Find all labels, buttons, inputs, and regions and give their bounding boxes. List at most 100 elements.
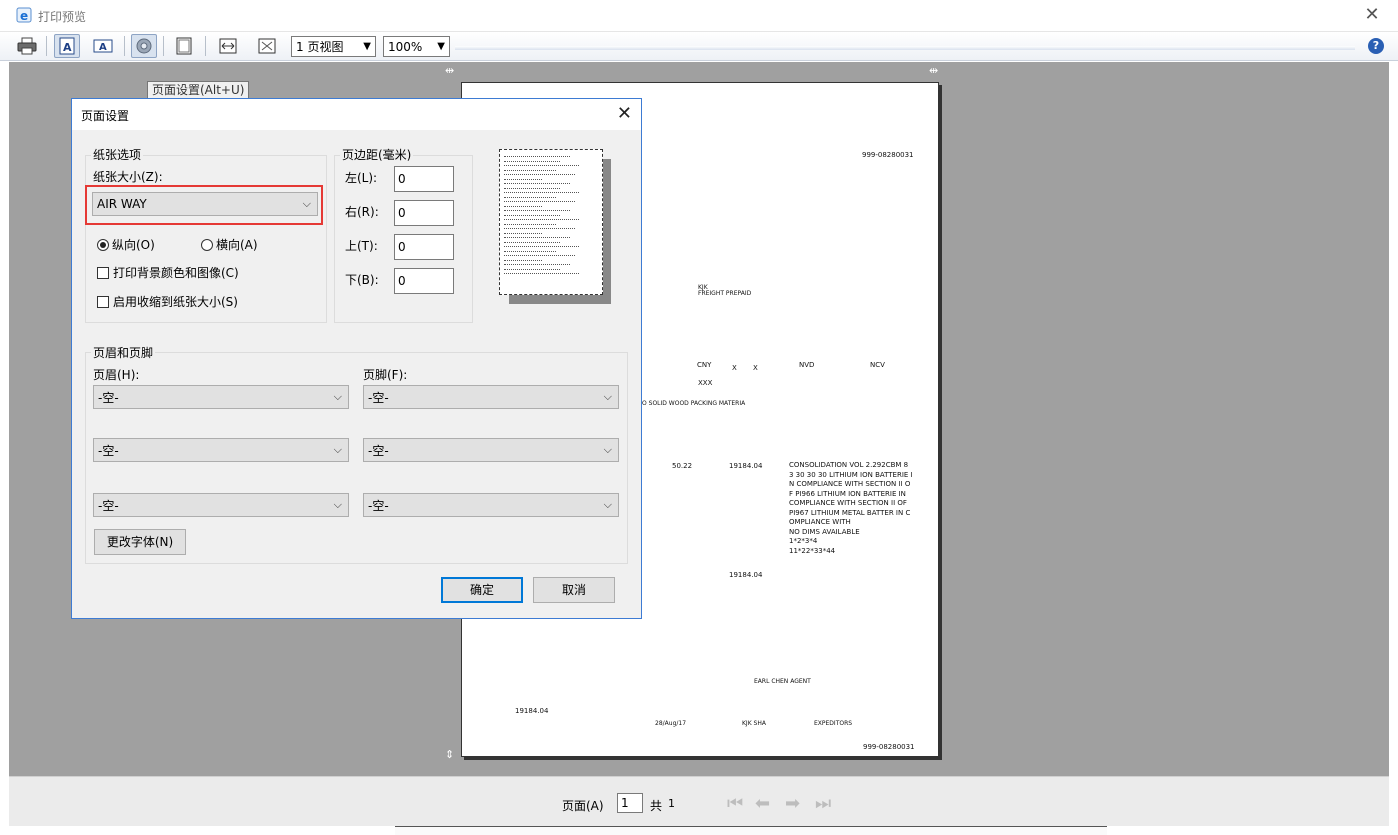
execution-place: KJK SHA: [742, 720, 766, 727]
page-thumbnail: [499, 149, 611, 304]
next-page-icon[interactable]: ➡: [785, 793, 800, 814]
footer-value-2: -空-: [368, 443, 389, 458]
page-setup-button[interactable]: [131, 34, 157, 58]
change-font-button[interactable]: 更改字体(N): [94, 529, 186, 555]
close-window-button[interactable]: ✕: [1362, 5, 1382, 25]
radio-selected-icon: [97, 239, 109, 251]
footer-label: 页脚(F):: [363, 368, 408, 382]
footer-select-1[interactable]: -空- ⌵: [363, 385, 619, 409]
window-title: 打印预览: [38, 10, 87, 24]
landscape-option[interactable]: 横向(A): [201, 236, 258, 253]
declared-customs: NCV: [870, 361, 885, 369]
header-value-3: -空-: [98, 498, 119, 513]
handling-info: O SOLID WOOD PACKING MATERIA: [642, 400, 746, 407]
desc-line: N COMPLIANCE WITH SECTION II O: [789, 480, 911, 488]
desc-line: 3 30 30 30 LITHIUM ION BATTERIE I: [789, 470, 913, 479]
paper-options-label: 纸张选项: [91, 146, 144, 163]
header-select-1[interactable]: -空- ⌵: [93, 385, 349, 409]
first-page-icon[interactable]: ⏮: [727, 793, 743, 814]
fit-page-icon: [258, 38, 276, 54]
footer-value-3: -空-: [368, 498, 389, 513]
print-background-label: 打印背景颜色和图像(C): [113, 266, 239, 280]
footer-value-1: -空-: [368, 390, 389, 405]
bottom-margin-input[interactable]: 0: [394, 268, 454, 294]
desc-line: NO DIMS AVAILABLE: [789, 527, 860, 536]
total-pages: 1: [668, 797, 675, 810]
header-select-3[interactable]: -空- ⌵: [93, 493, 349, 517]
agent-signature: EARL CHEN AGENT: [754, 678, 811, 685]
right-margin-handle[interactable]: ⇹: [929, 64, 938, 77]
toolbar-separator: [46, 36, 47, 56]
tooltip: 页面设置(Alt+U): [147, 81, 250, 99]
awb-number-top: 999-08280031: [862, 151, 914, 159]
page-number-input[interactable]: 1: [617, 793, 643, 813]
zoom-value: 100%: [388, 39, 423, 54]
toolbar-separator: [163, 36, 164, 56]
help-icon[interactable]: ?: [1368, 38, 1384, 54]
awb-number-bottom: 999-08280031: [863, 743, 915, 751]
left-margin-handle[interactable]: ⇹: [445, 64, 454, 77]
header-footer-label: 页眉和页脚: [91, 344, 156, 361]
toolbar-decoration: [455, 46, 1355, 50]
zoom-select[interactable]: 100% ▼: [383, 36, 450, 57]
landscape-page-icon: A: [93, 39, 113, 53]
portrait-page-icon: A: [59, 37, 75, 55]
cancel-button[interactable]: 取消: [533, 577, 615, 603]
print-button[interactable]: [14, 34, 40, 58]
shrink-to-fit-label: 启用收缩到纸张大小(S): [113, 295, 238, 309]
right-margin-input[interactable]: 0: [394, 200, 454, 226]
chevron-down-icon: ▼: [437, 41, 445, 52]
top-margin-input[interactable]: 0: [394, 234, 454, 260]
chevron-down-icon: ⌵: [302, 197, 311, 210]
print-background-option[interactable]: 打印背景颜色和图像(C): [97, 264, 239, 281]
svg-text:A: A: [63, 41, 72, 54]
grand-total: 19184.04: [515, 707, 549, 715]
desc-line: CONSOLIDATION VOL 2.292CBM 8: [789, 461, 909, 469]
underlying-window-edge: [0, 826, 1398, 835]
insurance: XXX: [698, 379, 713, 387]
mark-x-1: X: [732, 364, 737, 372]
checkbox-icon: [97, 267, 109, 279]
paper-size-label: 纸张大小(Z):: [93, 170, 163, 184]
left-margin-input[interactable]: 0: [394, 166, 454, 192]
toolbar-separator: [205, 36, 206, 56]
portrait-label: 纵向(O): [112, 238, 155, 252]
page-label: 页面(A): [562, 799, 604, 813]
portrait-option[interactable]: 纵向(O): [97, 236, 155, 253]
chevron-down-icon: ▼: [363, 41, 371, 52]
bottom-margin-handle[interactable]: ⇕: [445, 748, 454, 761]
chevron-down-icon: ⌵: [603, 498, 612, 511]
full-page-button[interactable]: [254, 34, 280, 58]
shrink-to-fit-option[interactable]: 启用收缩到纸张大小(S): [97, 293, 238, 310]
ok-button[interactable]: 确定: [441, 577, 523, 603]
currency: CNY: [697, 361, 712, 369]
close-icon[interactable]: ✕: [617, 103, 632, 124]
toolbar-separator: [124, 36, 125, 56]
page-setup-dialog: 页面设置 ✕ 纸张选项 纸张大小(Z): AIR WAY ⌵ 纵向(O) 横向(…: [71, 98, 642, 619]
footer-select-3[interactable]: -空- ⌵: [363, 493, 619, 517]
paper-size-select[interactable]: AIR WAY ⌵: [92, 192, 318, 216]
full-width-button[interactable]: [215, 34, 241, 58]
toolbar: A A 1 页视图 ▼ 100% ▼ ?: [0, 32, 1398, 61]
desc-line: COMPLIANCE WITH SECTION II OF: [789, 499, 907, 507]
desc-line: 1*2*3*4: [789, 537, 818, 545]
dialog-title: 页面设置: [81, 109, 130, 123]
last-page-icon[interactable]: ⏭: [815, 793, 831, 814]
gross-weight: 50.22: [672, 462, 693, 470]
chevron-down-icon: ⌵: [333, 443, 342, 456]
chevron-down-icon: ⌵: [603, 390, 612, 403]
previous-page-icon[interactable]: ⬅: [755, 793, 770, 814]
header-value-1: -空-: [98, 390, 119, 405]
header-select-2[interactable]: -空- ⌵: [93, 438, 349, 462]
view-mode-select[interactable]: 1 页视图 ▼: [291, 36, 376, 57]
checkbox-icon: [97, 296, 109, 308]
footer-select-2[interactable]: -空- ⌵: [363, 438, 619, 462]
view-mode-value: 1 页视图: [296, 40, 344, 54]
portrait-button[interactable]: A: [54, 34, 80, 58]
thumbnail-paper: [499, 149, 603, 295]
landscape-button[interactable]: A: [90, 34, 116, 58]
desc-line: F PI966 LITHIUM ION BATTERIE IN: [789, 489, 906, 498]
issuing-carrier: EXPEDITORS: [814, 720, 853, 727]
radio-icon: [201, 239, 213, 251]
header-footer-button[interactable]: [171, 34, 197, 58]
